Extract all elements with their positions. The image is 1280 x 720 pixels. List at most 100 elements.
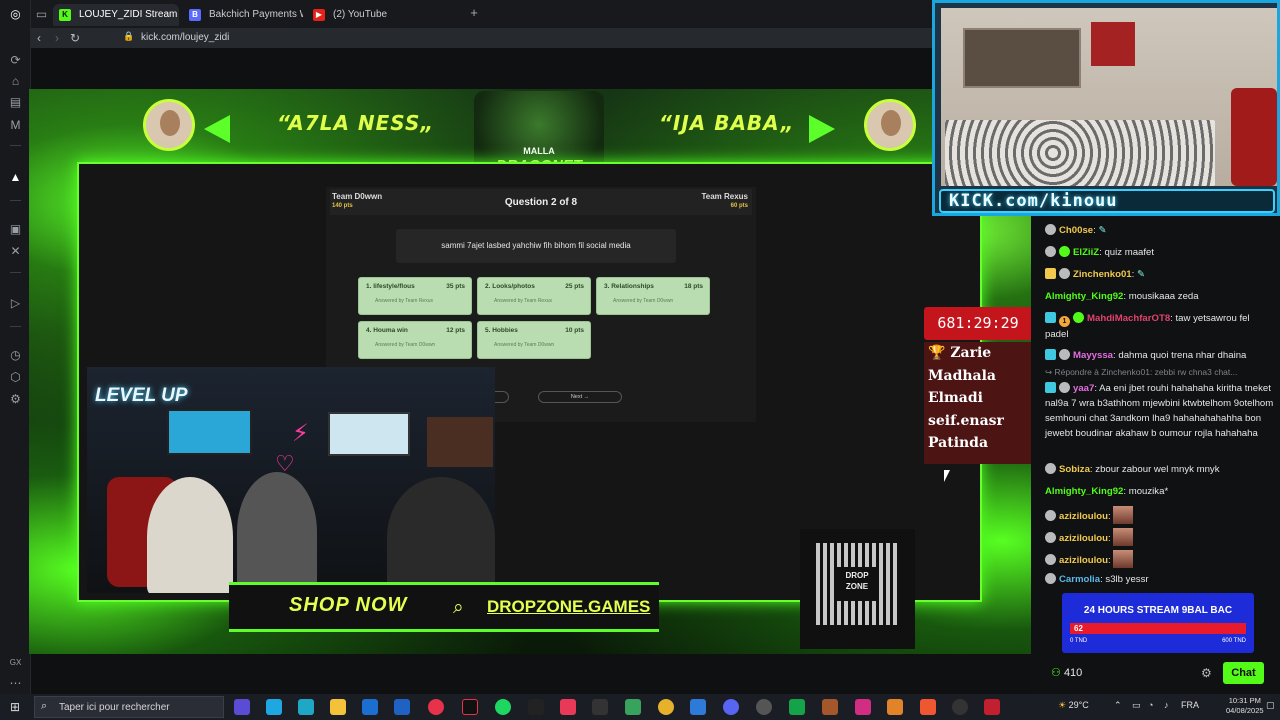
chat-username[interactable]: aziziloulou: [1059, 555, 1108, 566]
opera-icon[interactable]: [428, 699, 444, 715]
opera-logo-icon[interactable]: ◎: [8, 7, 23, 22]
store-icon[interactable]: [362, 699, 378, 715]
taskbar-search[interactable]: ⌕ Taper ici pour rechercher: [34, 696, 224, 718]
answer-sub: Answered by Team D0wwn: [375, 342, 436, 348]
spotify-icon[interactable]: [495, 699, 511, 715]
file-explorer-icon[interactable]: [330, 699, 346, 715]
tab-menu-icon[interactable]: ▭: [34, 7, 49, 22]
player-icon[interactable]: ▷: [8, 296, 23, 311]
instagram-icon[interactable]: [855, 699, 871, 715]
chat-text: quiz maafet: [1104, 247, 1155, 258]
edge-icon[interactable]: [298, 699, 314, 715]
chat-username[interactable]: aziziloulou: [1059, 511, 1108, 522]
ai-icon[interactable]: ⌂: [8, 74, 23, 89]
wechat-icon[interactable]: [625, 699, 641, 715]
forward-button[interactable]: ›: [49, 30, 65, 46]
tv-right: [328, 412, 410, 456]
sidebar-divider: [10, 326, 21, 327]
x-app-icon[interactable]: [592, 699, 608, 715]
brave-icon[interactable]: [920, 699, 936, 715]
answer-points: 35 pts: [446, 283, 465, 290]
taskbar-app-icon[interactable]: [234, 699, 250, 715]
wifi-icon[interactable]: ◔: [1148, 700, 1153, 710]
opera-gx-icon[interactable]: [462, 699, 478, 715]
vscode-icon[interactable]: [690, 699, 706, 715]
banner-left: “A7LA NESS„: [277, 111, 435, 135]
network-icon[interactable]: ▭: [1132, 700, 1141, 711]
workspace-icon[interactable]: ▤: [8, 95, 23, 110]
chat-message: Carmolia: s3lb yessr: [1045, 572, 1275, 587]
chat-username[interactable]: Zinchenko01: [1073, 269, 1132, 280]
extensions-icon[interactable]: ⬡: [8, 370, 23, 385]
taskbar-app-icon[interactable]: [887, 699, 903, 715]
mouse-cursor-icon: [944, 470, 956, 482]
answer-card: 3. Relationships 18 pts Answered by Team…: [596, 277, 710, 315]
chat-username[interactable]: Carmolia: [1059, 574, 1100, 585]
speed-dial-icon[interactable]: ⟳: [8, 53, 23, 68]
reload-button[interactable]: ↻: [67, 30, 83, 46]
taskbar-app-icon[interactable]: [984, 699, 1000, 715]
badge-icon: [1045, 463, 1056, 474]
capcut-icon[interactable]: [528, 699, 544, 715]
answer-points: 25 pts: [565, 283, 584, 290]
kick-sidebar-icon[interactable]: ▲: [8, 170, 23, 185]
new-tab-button[interactable]: +: [467, 6, 481, 20]
sidebar-divider: [10, 272, 21, 273]
chat-message: ElZiiZ: quiz maafet: [1045, 245, 1275, 260]
chat-username[interactable]: Ch00se: [1059, 225, 1093, 236]
notifications-icon[interactable]: ▢: [1266, 700, 1275, 711]
history-icon[interactable]: ◷: [8, 348, 23, 363]
kick-app-icon[interactable]: [789, 699, 805, 715]
answer-points: 18 pts: [684, 283, 703, 290]
chat-username[interactable]: Mayyssa: [1073, 350, 1113, 361]
settings-icon[interactable]: ⚙: [8, 392, 23, 407]
pip-camera: KICK.com/kinouu: [932, 0, 1280, 216]
tab-bakchich[interactable]: B Bakchich Payments Work: [183, 4, 303, 26]
media-icon[interactable]: [560, 699, 576, 715]
chat-username[interactable]: aziziloulou: [1059, 533, 1108, 544]
tab-youtube[interactable]: ▶ (2) YouTube: [307, 4, 437, 26]
search-icon: ⌕: [453, 597, 464, 618]
tab-loujey-zidi[interactable]: K LOUJEY_ZIDI Stream: [53, 4, 179, 26]
chat-username[interactable]: Almighty_King92: [1045, 291, 1123, 302]
qr-code: DROP ZONE: [800, 529, 915, 649]
url-field[interactable]: kick.com/loujey_zidi: [141, 32, 229, 43]
reply-preview[interactable]: ↪ Répondre à Zinchenko01: zebbi rw chna3…: [1045, 367, 1277, 378]
mail-icon[interactable]: M: [8, 118, 23, 133]
weather-icon: ☀: [1058, 700, 1067, 710]
media-player-icon[interactable]: [952, 699, 968, 715]
discord-icon[interactable]: [723, 699, 739, 715]
chat-username[interactable]: Sobiza: [1059, 464, 1090, 475]
answer-label: 3. Relationships: [604, 283, 654, 290]
windows-start-icon[interactable]: ⊞: [10, 700, 24, 714]
language[interactable]: FRA: [1181, 700, 1199, 710]
tab-label: LOUJEY_ZIDI Stream: [79, 9, 178, 20]
tab-label: Bakchich Payments Work: [209, 9, 303, 20]
settings-app-icon[interactable]: [756, 699, 772, 715]
volume-icon[interactable]: ♪: [1164, 700, 1169, 710]
chat-username[interactable]: Almighty_King92: [1045, 486, 1123, 497]
back-button[interactable]: ‹: [31, 30, 47, 46]
shop-url: DROPZONE.GAMES: [487, 597, 651, 616]
taskbar-app-icon[interactable]: [266, 699, 282, 715]
chrome-icon[interactable]: [658, 699, 674, 715]
banner-right: “IJA BABA„: [659, 111, 795, 135]
weather[interactable]: ☀ 29°C: [1058, 700, 1089, 711]
tray-chevron-icon[interactable]: ⌃: [1114, 700, 1122, 711]
twitch-icon[interactable]: ▣: [8, 222, 23, 237]
chat-username[interactable]: ElZiiZ: [1073, 247, 1099, 258]
time: 10:31 PM: [1228, 696, 1261, 705]
clock[interactable]: 10:31 PM 04/08/2025: [1226, 696, 1264, 716]
chat-button[interactable]: Chat: [1223, 662, 1264, 684]
leaderboard-entry: 🏆 Zarie: [928, 345, 992, 361]
chat-username[interactable]: MahdiMachfarOT8: [1087, 313, 1170, 324]
stream-video[interactable]: “A7LA NESS„ MALLA DRAGONET “IJA BABA„ Te…: [29, 89, 1031, 654]
more-icon[interactable]: ⋯: [8, 676, 23, 691]
game-icon[interactable]: [822, 699, 838, 715]
outlook-icon[interactable]: [394, 699, 410, 715]
chat-username[interactable]: yaa7: [1073, 383, 1094, 394]
chat-settings-icon[interactable]: ⚙: [1201, 666, 1212, 680]
answer-card: 1. lifestyle/flous 35 pts Answered by Te…: [358, 277, 472, 315]
gx-icon[interactable]: GX: [8, 655, 23, 670]
x-icon[interactable]: ✕: [8, 244, 23, 259]
